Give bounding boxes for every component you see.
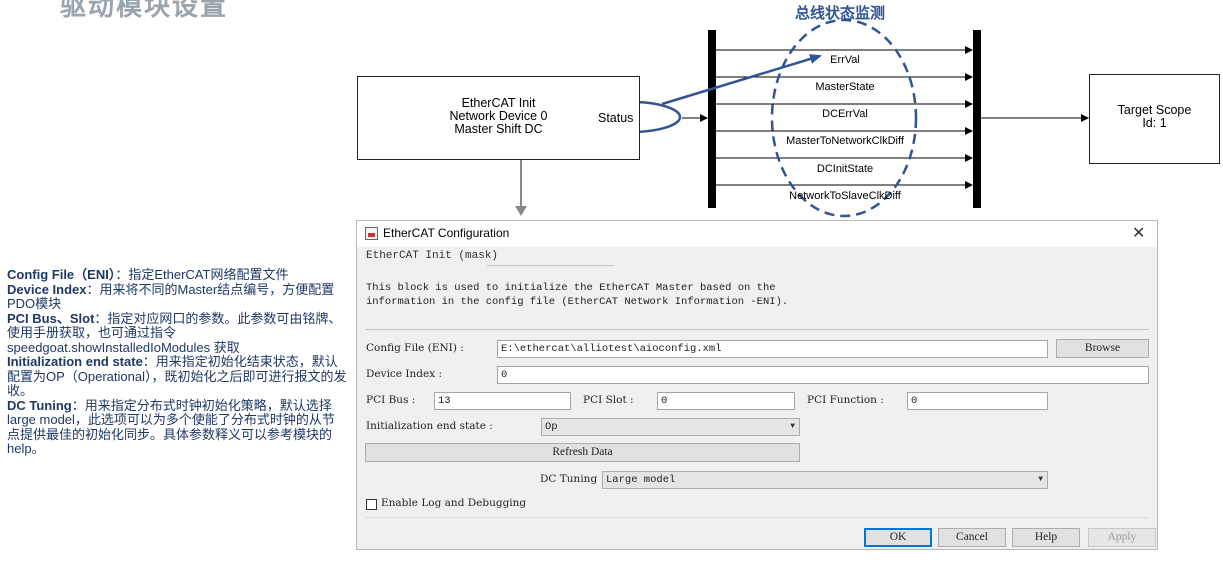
status-port-label: Status — [598, 111, 634, 125]
signal-label-dcerrval: DCErrVal — [822, 108, 868, 120]
config-file-label: Config File (ENI) : — [366, 342, 464, 354]
dialog-title: EtherCAT Configuration — [383, 226, 510, 240]
close-icon[interactable]: ✕ — [1132, 223, 1145, 243]
parameter-description: Config File（ENI）：指定EtherCAT网络配置文件 Device… — [7, 267, 347, 457]
pci-bus-input[interactable]: 13 — [434, 392, 571, 410]
scope-line-2: Id: 1 — [1142, 116, 1167, 130]
dc-tuning-value: Large model — [606, 474, 676, 486]
browse-button[interactable]: Browse — [1056, 339, 1149, 358]
dropdown-arrow-icon: ▼ — [790, 422, 795, 431]
signal-label-errval: ErrVal — [830, 54, 860, 66]
init-end-state-label: Initialization end state : — [366, 420, 493, 432]
pci-slot-input[interactable]: 0 — [657, 392, 795, 410]
init-end-state-value: Op — [545, 421, 558, 433]
down-arrow-head — [515, 206, 527, 216]
refresh-data-button[interactable]: Refresh Data — [365, 443, 800, 462]
apply-button[interactable]: Apply — [1088, 528, 1156, 547]
config-file-input[interactable]: E:\ethercat\alliotest\aioconfig.xml — [497, 340, 1048, 358]
desc-config-file: Config File（ENI）：指定EtherCAT网络配置文件 — [7, 267, 289, 282]
desc-init-end-state: Initialization end state：用来指定初始化结束状态，默认配… — [7, 354, 347, 398]
ok-button[interactable]: OK — [864, 528, 932, 547]
dc-tuning-label: DC Tuning — [540, 473, 598, 485]
parameters-divider — [365, 329, 1149, 330]
device-index-input[interactable]: 0 — [497, 366, 1149, 384]
pci-function-label: PCI Function : — [807, 394, 884, 406]
mask-label: EtherCAT Init (mask) — [366, 250, 499, 262]
pci-function-input[interactable]: 0 — [907, 392, 1048, 410]
desc-dc-tuning: DC Tuning：用来指定分布式时钟初始化策略，默认选择 large mode… — [7, 397, 335, 456]
signal-label-dcinitstate: DCInitState — [816, 163, 874, 175]
enable-log-checkbox[interactable] — [366, 499, 377, 510]
dc-tuning-select[interactable]: Large model ▼ — [602, 471, 1048, 489]
help-button[interactable]: Help — [1012, 528, 1080, 547]
enable-log-label: Enable Log and Debugging — [381, 497, 527, 509]
signal-label-mastertonetworkclkdiff: MasterToNetworkClkDiff — [786, 135, 904, 147]
ethercat-config-dialog: EtherCAT Configuration ✕ EtherCAT Init (… — [356, 220, 1158, 550]
mask-divider — [487, 265, 614, 266]
desc-device-index: Device Index：用来将不同的Master结点编号，方便配置PDO模块 — [7, 281, 335, 311]
dialog-description-line: information in the config file (EtherCAT… — [366, 296, 789, 308]
buttons-divider — [365, 517, 1149, 518]
init-end-state-select[interactable]: Op ▼ — [541, 418, 800, 436]
dialog-description: This block is used to initialize the Eth… — [366, 281, 788, 309]
signal-label-masterstate: MasterState — [815, 81, 875, 93]
target-scope-label: Target Scope Id: 1 — [1089, 104, 1220, 130]
dialog-description-line: This block is used to initialize the Eth… — [366, 282, 776, 294]
dropdown-arrow-icon: ▼ — [1038, 475, 1043, 484]
cancel-button[interactable]: Cancel — [938, 528, 1006, 547]
simulink-icon — [365, 227, 378, 240]
desc-pci-bus-slot: PCI Bus、Slot：指定对应网口的参数。此参数可由铭牌、使用手册获取，也可… — [7, 310, 342, 355]
pci-slot-label: PCI Slot : — [583, 394, 634, 406]
device-index-label: Device Index : — [366, 368, 442, 380]
signal-label-networktoslaveclkdiff: NetworkToSlaveClkDiff — [789, 190, 901, 202]
pci-bus-label: PCI Bus : — [366, 394, 416, 406]
